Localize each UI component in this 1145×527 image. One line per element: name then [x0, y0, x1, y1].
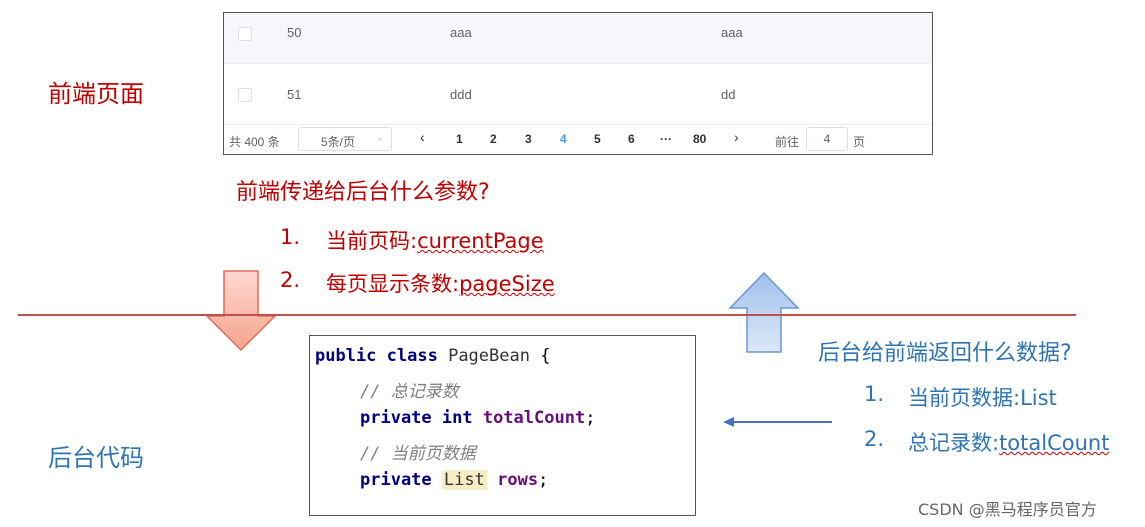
- chevron-down-icon: ⌄: [376, 132, 385, 143]
- item-key: pageSize: [459, 272, 555, 296]
- item-key: currentPage: [417, 229, 544, 253]
- table-panel: 50 aaa aaa 51 ddd dd 共 400 条 5条/页 ⌄ ‹ 1 …: [223, 12, 933, 155]
- goto-suffix: 页: [853, 135, 866, 149]
- page-button-6[interactable]: 6: [628, 132, 635, 146]
- item-label: 当前页码:: [326, 229, 418, 253]
- row-checkbox[interactable]: [238, 27, 252, 41]
- code-semicolon: ;: [538, 470, 549, 490]
- frontend-label: 前端页面: [48, 80, 144, 108]
- code-class-name: PageBean: [448, 346, 530, 366]
- cell-col-b: dd: [721, 87, 736, 102]
- down-arrow-icon: [205, 270, 277, 352]
- cell-col-b: aaa: [721, 25, 743, 40]
- page-button-4[interactable]: 4: [560, 132, 567, 146]
- item-key: List: [1020, 386, 1057, 410]
- page-button-1[interactable]: 1: [456, 132, 463, 146]
- row-checkbox[interactable]: [238, 88, 252, 102]
- cell-col-a: ddd: [450, 87, 472, 102]
- item-key: totalCount: [999, 431, 1110, 455]
- page-size-value: 5条/页: [321, 135, 356, 149]
- cell-id: 51: [287, 87, 302, 102]
- cell-id: 50: [287, 25, 302, 40]
- page-ellipsis-button[interactable]: ···: [660, 132, 672, 146]
- left-arrow-icon: [723, 417, 832, 427]
- code-keyword: private: [360, 470, 432, 490]
- table-row: 50 aaa aaa: [224, 13, 932, 64]
- watermark: CSDN @黑马程序员官方: [918, 500, 1097, 519]
- next-page-button[interactable]: ›: [734, 129, 739, 145]
- code-field: totalCount: [482, 408, 586, 428]
- cell-col-a: aaa: [450, 25, 472, 40]
- item-label: 当前页数据:: [908, 386, 1021, 410]
- item-number: 2.: [864, 427, 885, 451]
- goto-label: 前往: [775, 135, 800, 149]
- code-line-rows: private List rows;: [360, 470, 548, 490]
- divider-line: [18, 314, 1076, 316]
- page-button-3[interactable]: 3: [525, 132, 532, 146]
- code-comment: // 当前页数据: [360, 444, 476, 464]
- frontend-question-title: 前端传递给后台什么参数?: [236, 180, 490, 205]
- page-button-2[interactable]: 2: [490, 132, 497, 146]
- backend-label: 后台代码: [48, 444, 144, 472]
- page-button-80[interactable]: 80: [693, 132, 706, 146]
- page-size-select[interactable]: 5条/页 ⌄: [298, 127, 392, 151]
- goto-page-input[interactable]: 4: [806, 127, 848, 151]
- up-arrow-icon: [728, 272, 800, 353]
- code-line-total: private int totalCount;: [360, 408, 595, 428]
- table-row: 51 ddd dd: [224, 64, 932, 125]
- code-keyword: public class: [315, 346, 438, 366]
- prev-page-button[interactable]: ‹: [420, 129, 425, 145]
- item-number: 2.: [280, 268, 301, 292]
- code-brace: {: [540, 346, 551, 366]
- code-field: rows: [497, 470, 539, 490]
- code-type: List: [441, 470, 487, 490]
- item-label: 每页显示条数:: [326, 272, 460, 296]
- backend-question-title: 后台给前端返回什么数据?: [818, 341, 1072, 366]
- page-button-5[interactable]: 5: [594, 132, 601, 146]
- code-line-class: public class PageBean {: [315, 346, 550, 366]
- code-semicolon: ;: [585, 408, 596, 428]
- item-number: 1.: [280, 225, 301, 249]
- item-label: 总记录数:: [908, 431, 1000, 455]
- code-comment: // 总记录数: [360, 382, 459, 402]
- code-keyword: private int: [360, 408, 473, 428]
- code-block: public class PageBean { // 总记录数 private …: [309, 335, 696, 516]
- total-count: 共 400 条: [229, 135, 280, 149]
- item-number: 1.: [864, 382, 885, 406]
- pagination: 共 400 条 5条/页 ⌄ ‹ 1 2 3 4 5 6 ··· 80 › 前往…: [224, 125, 932, 154]
